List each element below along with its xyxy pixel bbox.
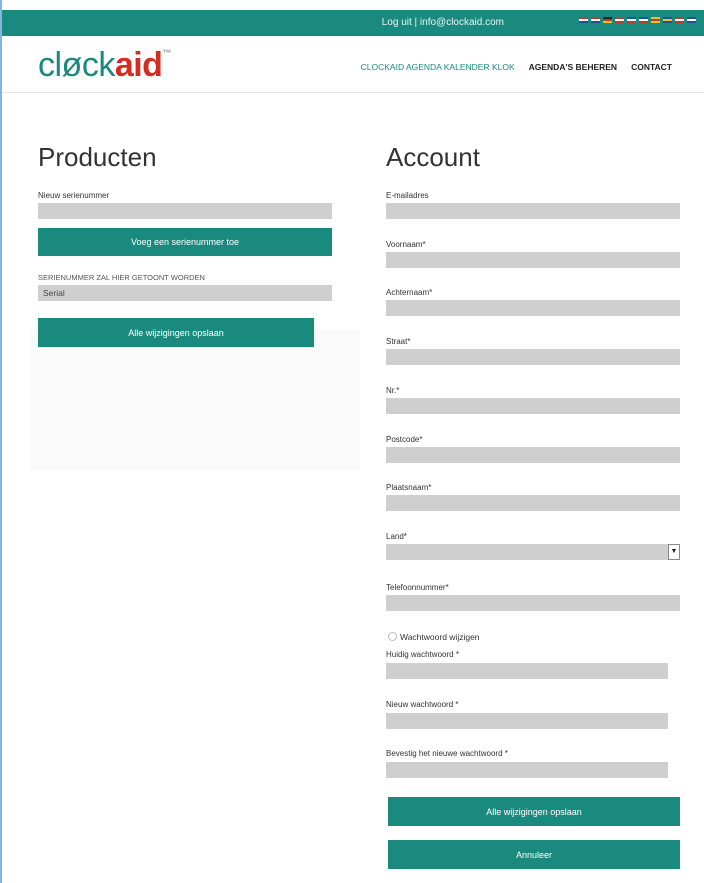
street-field[interactable] — [386, 349, 680, 365]
top-bar: Log uit | info@clockaid.com — [2, 10, 704, 36]
current-password-field[interactable] — [386, 663, 668, 679]
flag-icon[interactable] — [687, 17, 696, 23]
change-password-radio[interactable] — [388, 632, 397, 641]
flag-icon[interactable] — [663, 17, 672, 23]
change-password-label[interactable]: Wachtwoord wijzigen — [400, 632, 480, 642]
products-panel-bg — [30, 330, 360, 470]
main-nav: CLOCKAID AGENDA KALENDER KLOK AGENDA'S B… — [361, 62, 672, 72]
account-heading: Account — [386, 142, 480, 172]
flag-icon[interactable] — [591, 17, 600, 23]
add-serial-button[interactable]: Voeg een serienummer toe — [38, 228, 332, 256]
confirm-password-field[interactable] — [386, 762, 668, 778]
flag-icon[interactable] — [615, 17, 624, 23]
country-select[interactable]: ▼ — [386, 544, 680, 560]
city-field[interactable] — [386, 495, 680, 511]
nav-item-clockaid[interactable]: CLOCKAID AGENDA KALENDER KLOK — [361, 62, 515, 72]
firstname-label: Voornaam* — [386, 240, 426, 249]
serial-notice: SERIENUMMER ZAL HIER GETOONT WORDEN — [38, 273, 205, 282]
cancel-button[interactable]: Annuleer — [388, 840, 680, 869]
new-password-field[interactable] — [386, 713, 668, 729]
country-label: Land* — [386, 532, 407, 541]
new-serial-label: Nieuw serienummer — [38, 191, 110, 200]
email-field[interactable] — [386, 203, 680, 219]
account-save-button[interactable]: Alle wijzigingen opslaan — [388, 797, 680, 826]
left-border — [0, 0, 2, 883]
postcode-label: Postcode* — [386, 435, 423, 444]
nav-item-contact[interactable]: CONTACT — [631, 62, 672, 72]
language-flags — [579, 17, 696, 23]
flag-icon[interactable] — [603, 17, 612, 23]
lastname-field[interactable] — [386, 300, 680, 316]
nav-item-agendas[interactable]: AGENDA'S BEHEREN — [529, 62, 617, 72]
clockaid-logo[interactable]: cløckaid™ — [38, 46, 171, 85]
products-save-button[interactable]: Alle wijzigingen opslaan — [38, 318, 314, 347]
logo-part2: aid — [114, 46, 163, 84]
flag-icon[interactable] — [651, 17, 660, 23]
flag-icon[interactable] — [579, 17, 588, 23]
firstname-field[interactable] — [386, 252, 680, 268]
header-divider — [2, 92, 704, 93]
phone-field[interactable] — [386, 595, 680, 611]
logo-tm: ™ — [162, 48, 171, 58]
street-label: Straat* — [386, 337, 411, 346]
phone-label: Telefoonnummer* — [386, 583, 449, 592]
flag-icon[interactable] — [675, 17, 684, 23]
top-links[interactable]: Log uit | info@clockaid.com — [382, 17, 504, 28]
new-password-label: Nieuw wachtwoord * — [386, 700, 459, 709]
flag-icon[interactable] — [639, 17, 648, 23]
current-password-label: Huidig wachtwoord * — [386, 650, 459, 659]
flag-icon[interactable] — [627, 17, 636, 23]
lastname-label: Achternaam* — [386, 288, 433, 297]
logo-part1: cløck — [38, 46, 115, 84]
products-heading: Producten — [38, 142, 157, 172]
number-field[interactable] — [386, 398, 680, 414]
postcode-field[interactable] — [386, 447, 680, 463]
number-label: Nr.* — [386, 386, 400, 395]
email-label: E-mailadres — [386, 191, 429, 200]
site-header: cløckaid™ CLOCKAID AGENDA KALENDER KLOK … — [2, 36, 704, 92]
confirm-password-label: Bevestig het nieuwe wachtwoord * — [386, 749, 508, 758]
serial-display: Serial — [38, 285, 332, 301]
chevron-down-icon[interactable]: ▼ — [668, 544, 680, 560]
new-serial-input[interactable] — [38, 203, 332, 219]
city-label: Plaatsnaam* — [386, 483, 432, 492]
